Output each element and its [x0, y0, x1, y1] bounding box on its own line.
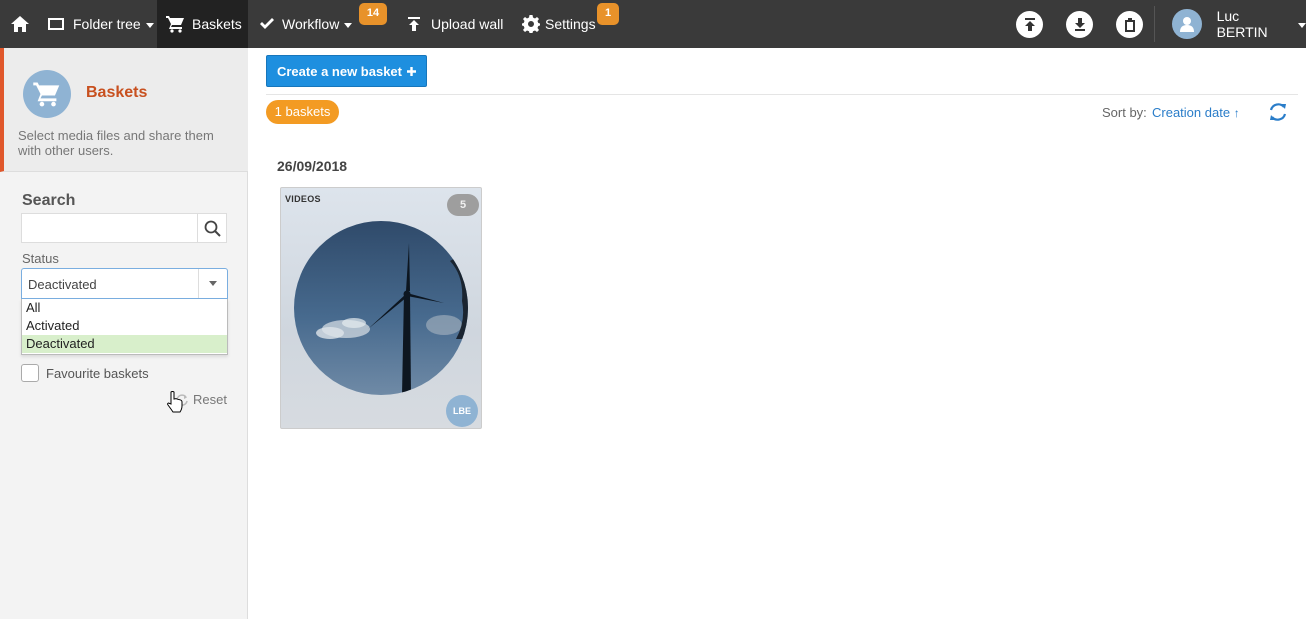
nav-settings-label: Settings [545, 16, 596, 32]
home-button[interactable] [8, 0, 32, 48]
favourite-checkbox[interactable] [21, 364, 39, 382]
baskets-logo [23, 70, 71, 118]
header-divider [266, 94, 1298, 95]
status-option-deactivated[interactable]: Deactivated [22, 335, 227, 353]
basket-card[interactable]: VIDEOS 5 LBE [280, 187, 482, 429]
create-basket-button[interactable]: Create a new basket [266, 55, 427, 87]
search-button[interactable] [197, 214, 226, 242]
cart-icon [166, 16, 184, 33]
nav-folder-tree-label: Folder tree [73, 16, 141, 32]
sort-label: Sort by: [1102, 105, 1147, 120]
check-icon [260, 18, 274, 29]
search-icon [204, 220, 221, 237]
basket-item-count: 5 [447, 194, 479, 216]
sidebar-description: Select media files and share them with o… [18, 128, 214, 158]
pointer-cursor-icon [167, 391, 183, 413]
clipboard-button[interactable] [1116, 11, 1143, 38]
chevron-down-icon [145, 22, 154, 28]
nav-workflow[interactable]: Workflow [259, 0, 353, 48]
create-basket-label: Create a new basket [276, 63, 402, 79]
home-icon [11, 16, 29, 32]
nav-upload-wall[interactable]: Upload wall [406, 0, 503, 48]
cart-icon [33, 82, 60, 107]
arrow-up-icon: ↑ [1233, 106, 1240, 120]
sidebar-header: Baskets Select media files and share the… [0, 48, 248, 172]
status-option-activated[interactable]: Activated [22, 317, 227, 335]
basket-card-label: VIDEOS [285, 194, 321, 204]
nav-settings[interactable]: Settings [522, 0, 596, 48]
user-avatar-icon [1172, 9, 1202, 39]
top-navigation-bar: Folder tree Baskets Workflow 14 Upload w… [0, 0, 1306, 48]
chevron-down-icon [1298, 22, 1306, 28]
status-label: Status [22, 251, 59, 266]
sidebar-title: Baskets [86, 84, 148, 101]
date-group-heading: 26/09/2018 [277, 158, 348, 174]
basket-count-badge: 1 baskets [266, 100, 339, 124]
search-field [21, 213, 227, 243]
favourite-label: Favourite baskets [46, 366, 149, 381]
chevron-down-icon[interactable] [198, 269, 227, 298]
status-select-value: Deactivated [28, 277, 97, 292]
nav-workflow-label: Workflow [282, 16, 340, 32]
upload-circle-icon [1024, 18, 1035, 31]
upload-icon [408, 17, 420, 31]
upload-button[interactable] [1016, 11, 1043, 38]
basket-owner-avatar: LBE [446, 395, 478, 427]
gear-icon [522, 15, 540, 33]
reset-label: Reset [193, 392, 227, 407]
chevron-down-icon [344, 22, 353, 28]
download-button[interactable] [1066, 11, 1093, 38]
folder-icon [48, 18, 64, 30]
plus-icon [407, 66, 416, 76]
status-dropdown: All Activated Deactivated [21, 299, 228, 355]
settings-badge: 1 [597, 3, 619, 25]
nav-upload-wall-label: Upload wall [431, 16, 504, 32]
nav-folder-tree[interactable]: Folder tree [47, 0, 154, 48]
sort-field-value: Creation date [1152, 105, 1231, 120]
refresh-icon [1269, 103, 1287, 121]
search-heading: Search [22, 192, 76, 209]
workflow-badge: 14 [359, 3, 387, 25]
sort-field-link[interactable]: Creation date ↑ [1152, 105, 1240, 120]
download-circle-icon [1074, 18, 1085, 31]
nav-baskets-label: Baskets [192, 16, 242, 32]
topbar-divider [1154, 6, 1155, 42]
nav-baskets[interactable]: Baskets [157, 0, 248, 48]
reset-button[interactable]: Reset [176, 392, 227, 407]
search-input[interactable] [22, 214, 198, 242]
status-option-all[interactable]: All [22, 299, 227, 317]
user-menu[interactable]: Luc BERTIN [1172, 0, 1306, 48]
clipboard-icon [1124, 17, 1135, 32]
user-name: Luc BERTIN [1216, 8, 1268, 40]
wind-turbine-image [294, 221, 468, 395]
sidebar: Baskets Select media files and share the… [0, 48, 248, 619]
basket-thumbnail [294, 221, 468, 395]
refresh-button[interactable] [1267, 101, 1289, 126]
status-select[interactable]: Deactivated [21, 268, 228, 299]
